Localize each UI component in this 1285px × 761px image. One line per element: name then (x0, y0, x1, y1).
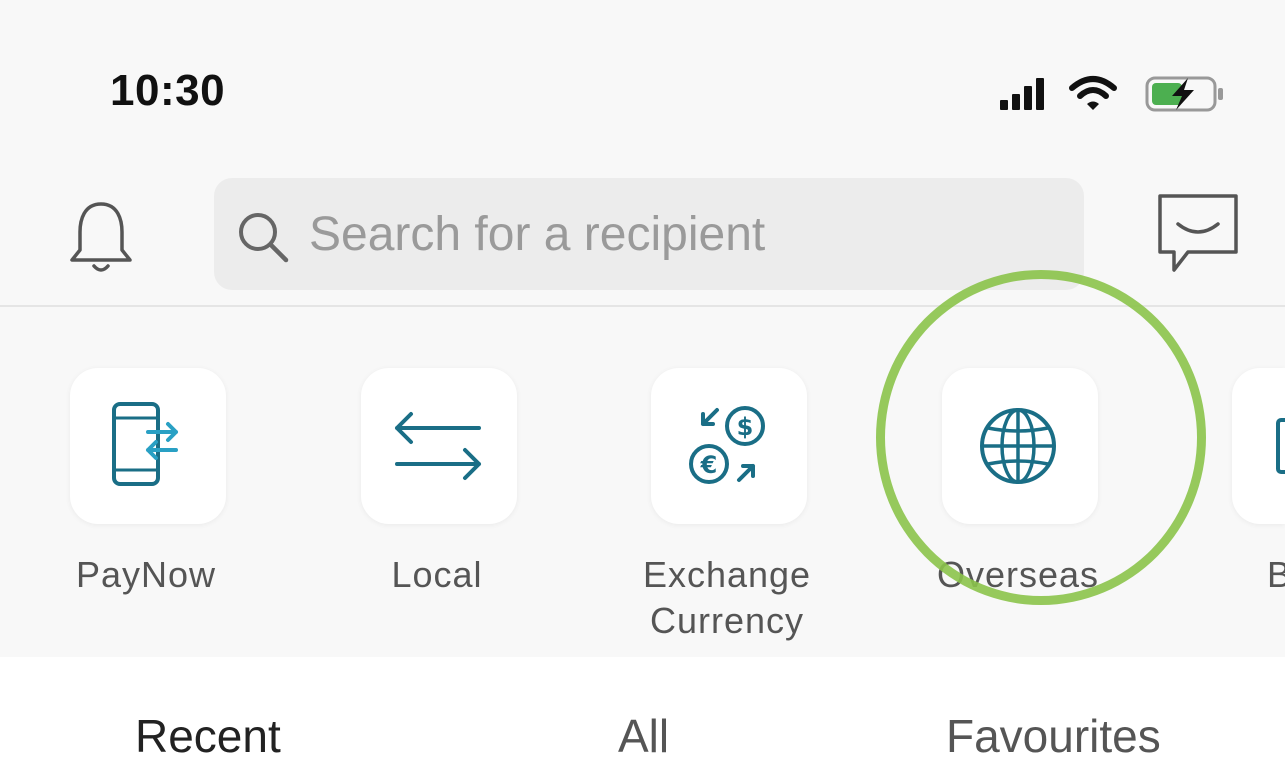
overseas-label: Overseas (936, 554, 1100, 595)
exchange-label-line2: Currency (649, 600, 805, 641)
bell-icon[interactable] (66, 198, 136, 278)
search-bar[interactable] (214, 178, 1084, 290)
tab-recent[interactable]: Recent (135, 709, 281, 761)
paynow-label: PayNow (75, 554, 217, 595)
transfer-arrows-icon (395, 412, 481, 480)
svg-text:$: $ (737, 413, 754, 441)
paynow-tile[interactable] (70, 368, 226, 524)
tab-bar: Recent All Favourites (0, 657, 1285, 761)
exchange-label-line1: Exchange (642, 554, 812, 595)
svg-text:€: € (700, 451, 718, 479)
partial-tile-label: B (1267, 554, 1285, 595)
search-icon (239, 213, 289, 263)
local-label: Local (391, 554, 483, 595)
chat-icon[interactable] (1152, 190, 1244, 280)
wifi-icon (1069, 76, 1117, 110)
exchange-currency-label: Exchange Currency (607, 552, 847, 644)
overseas-tile[interactable] (942, 368, 1098, 524)
status-time: 10:30 (110, 66, 226, 115)
signal-icon (1000, 78, 1044, 110)
status-bar: 10:30 (0, 0, 1285, 150)
battery-charging-icon (1145, 76, 1223, 112)
phone-transfer-icon (112, 402, 178, 486)
tab-all[interactable]: All (618, 709, 669, 761)
search-input[interactable] (309, 204, 1049, 264)
currency-exchange-icon: $ € (689, 406, 765, 484)
tab-favourites[interactable]: Favourites (946, 709, 1161, 761)
exchange-currency-tile[interactable]: $ € (651, 368, 807, 524)
partial-tile[interactable] (1232, 368, 1285, 524)
partial-tile-icon (1276, 418, 1285, 474)
local-tile[interactable] (361, 368, 517, 524)
globe-icon (980, 408, 1056, 484)
header-divider (0, 305, 1285, 307)
